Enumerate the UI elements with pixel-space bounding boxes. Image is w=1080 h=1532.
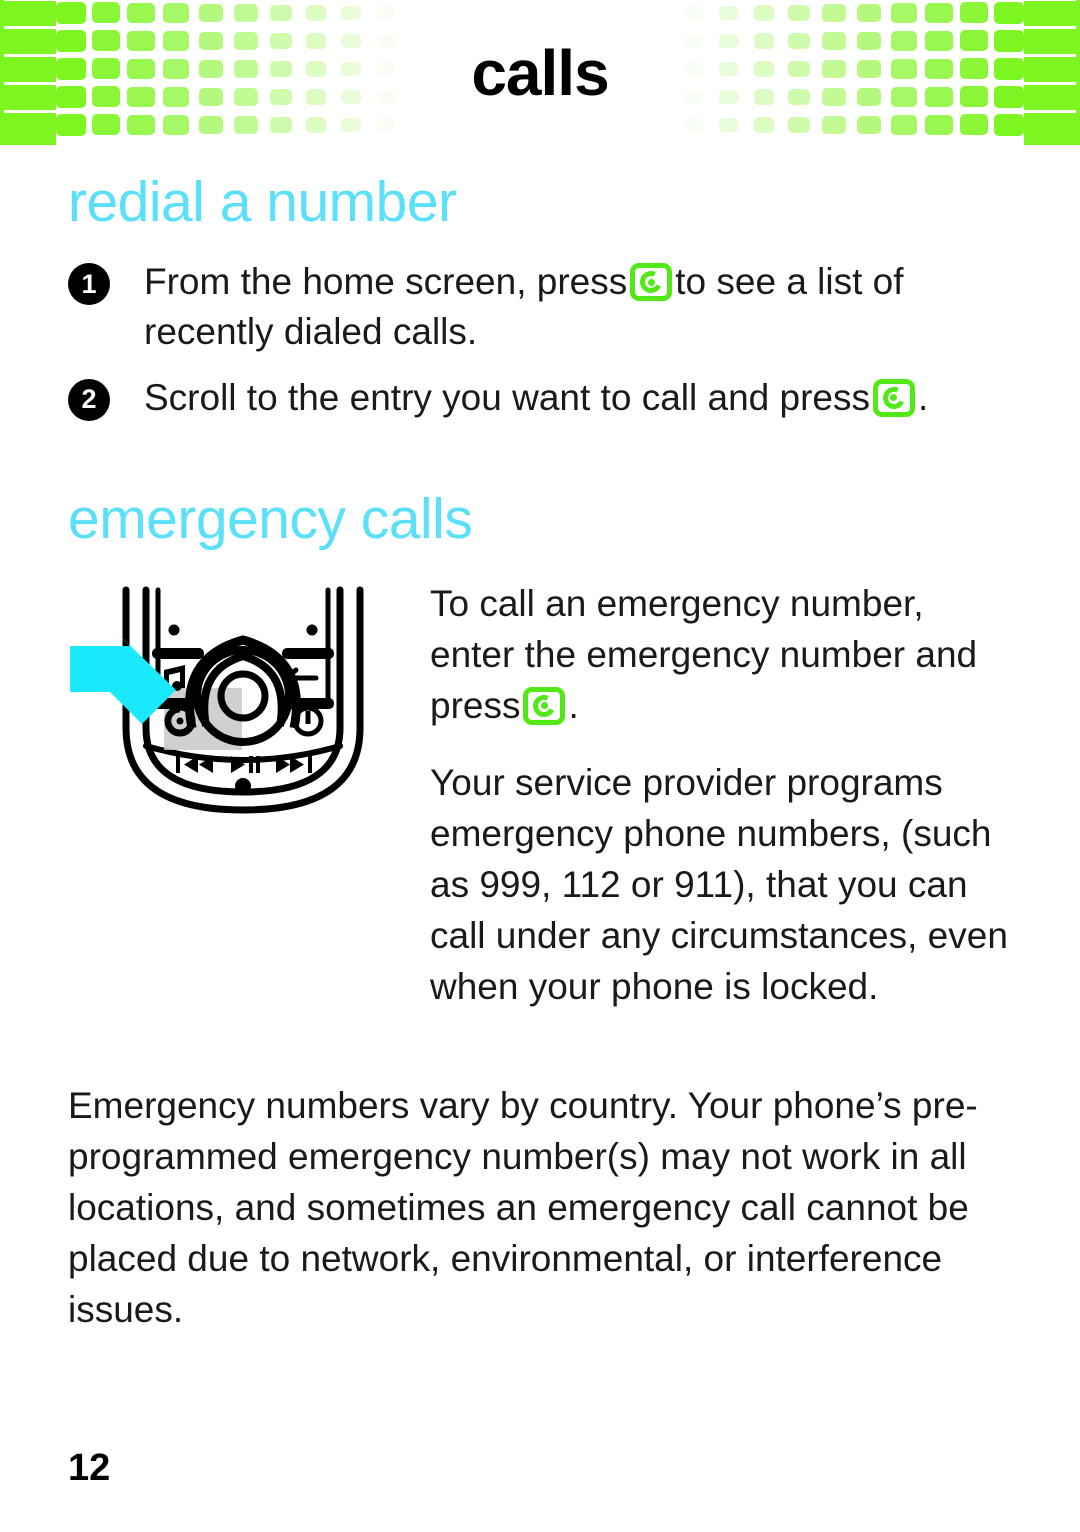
call-key-icon: [872, 378, 915, 417]
step-text: Scroll to the entry you want to call and…: [144, 373, 1012, 423]
call-key-icon: [523, 686, 566, 725]
left-indicator-dot: [168, 624, 180, 636]
right-soft-key: [282, 647, 334, 659]
list-item: 2 Scroll to the entry you want to call a…: [68, 373, 1012, 423]
emergency-instruction-paragraph: To call an emergency number, enter the e…: [430, 578, 1012, 731]
call-key-icon: [630, 263, 673, 301]
emergency-numbers-vary-paragraph: Emergency numbers vary by country. Your …: [68, 1085, 978, 1331]
list-item: 1 From the home screen, press to see a li…: [68, 257, 1012, 357]
step-number-badge: 1: [68, 263, 110, 305]
service-provider-paragraph: Your service provider programs emergency…: [430, 761, 1008, 1008]
section-heading-emergency: emergency calls: [68, 486, 473, 551]
page-title: calls: [471, 36, 609, 109]
step-text-before: From the home screen, press: [144, 261, 628, 302]
step-text-before: Scroll to the entry you want to call and…: [144, 376, 870, 418]
step-text: From the home screen, press to see a list…: [144, 257, 1012, 357]
step-text-after: .: [917, 376, 929, 418]
left-soft-key: [152, 647, 204, 659]
right-indicator-dot: [306, 624, 318, 636]
call-key-dot: [647, 278, 655, 286]
page-header: calls: [0, 0, 1080, 145]
emergency-instruction-text-after: .: [568, 684, 579, 726]
emergency-instruction-text-before: To call an emergency number, enter the e…: [430, 582, 978, 726]
section-heading-redial: redial a number: [68, 170, 457, 234]
phone-keypad-illustration: [68, 578, 418, 828]
back-arrow-icon: [281, 667, 319, 689]
page-number: 12: [68, 1447, 111, 1489]
emergency-calls-block: To call an emergency number, enter the e…: [68, 578, 1012, 1038]
step-number-badge: 2: [68, 378, 110, 421]
page-content: redial a number 1 From the home screen, …: [68, 152, 1012, 1361]
microphone-dot: [235, 777, 251, 794]
redial-steps-list: 1 From the home screen, press to see a li…: [68, 257, 1012, 423]
